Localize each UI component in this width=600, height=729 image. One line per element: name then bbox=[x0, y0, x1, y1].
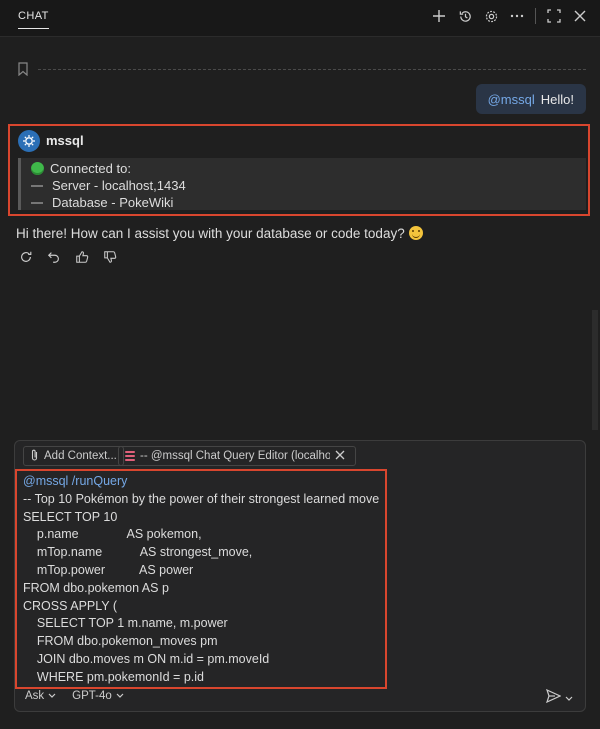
paperclip-icon bbox=[30, 449, 39, 464]
tab-chat[interactable]: CHAT bbox=[18, 10, 49, 29]
database-icon bbox=[125, 451, 135, 461]
code-line: FROM dbo.pokemon AS p bbox=[23, 580, 169, 595]
add-context-label: Add Context... bbox=[44, 450, 117, 462]
bookmark-icon[interactable] bbox=[18, 62, 28, 79]
message-actions bbox=[18, 249, 118, 265]
chat-input-panel: Add Context... -- @mssql Chat Query Edit… bbox=[14, 440, 586, 712]
context-file-chip[interactable]: -- @mssql Chat Query Editor (localhost,1 bbox=[118, 446, 356, 466]
plus-icon[interactable] bbox=[431, 8, 447, 24]
user-message: @mssql Hello! bbox=[475, 84, 586, 114]
code-line: JOIN dbo.moves m ON m.id = pm.moveId bbox=[23, 652, 270, 666]
gear-icon[interactable] bbox=[483, 8, 499, 24]
agent-name: mssql bbox=[46, 133, 84, 148]
context-chip-label: -- @mssql Chat Query Editor (localhost,1 bbox=[140, 450, 330, 462]
maximize-icon[interactable] bbox=[546, 8, 562, 24]
send-button[interactable] bbox=[545, 688, 573, 706]
connection-database: Database - PokeWiki bbox=[52, 195, 174, 210]
user-mention: @mssql bbox=[487, 91, 535, 107]
toolbar-divider bbox=[535, 8, 536, 24]
connected-status-icon bbox=[31, 162, 44, 175]
add-context-button[interactable]: Add Context... bbox=[23, 446, 124, 466]
code-line: FROM dbo.pokemon_moves pm bbox=[23, 634, 218, 649]
code-line: SELECT TOP 1 m.name, m.power bbox=[23, 616, 228, 631]
history-icon[interactable] bbox=[457, 8, 473, 24]
code-line: SELECT TOP 10 bbox=[23, 509, 118, 524]
thumbs-down-icon[interactable] bbox=[102, 249, 118, 265]
chat-header: CHAT bbox=[0, 0, 600, 37]
agent-response-highlight: mssql Connected to: Server - localhost,1… bbox=[8, 124, 590, 216]
code-line: mTop.power AS power bbox=[23, 563, 194, 577]
model-label: GPT-4o bbox=[72, 690, 112, 702]
send-icon bbox=[545, 688, 562, 706]
model-dropdown[interactable]: GPT-4o bbox=[72, 690, 124, 702]
assistant-message: Hi there! How can I assist you with your… bbox=[16, 226, 423, 241]
thumbs-up-icon[interactable] bbox=[74, 249, 90, 265]
code-line: -- Top 10 Pokémon by the power of their … bbox=[23, 491, 380, 506]
code-line: mTop.name AS strongest_move, bbox=[23, 545, 253, 560]
chevron-down-icon bbox=[565, 690, 573, 705]
chevron-down-icon bbox=[116, 690, 124, 702]
connection-title: Connected to: bbox=[50, 161, 131, 176]
checkpoint-separator bbox=[18, 62, 586, 78]
retry-icon[interactable] bbox=[18, 249, 34, 265]
code-line: p.name AS pokemon, bbox=[23, 527, 202, 542]
code-line: CROSS APPLY ( bbox=[23, 598, 118, 613]
scrollbar[interactable] bbox=[592, 310, 598, 430]
user-message-text: Hello! bbox=[540, 91, 574, 107]
chevron-down-icon bbox=[48, 690, 56, 702]
connection-server: Server - localhost,1434 bbox=[52, 178, 186, 193]
assistant-message-text: Hi there! How can I assist you with your… bbox=[16, 226, 405, 241]
more-icon[interactable] bbox=[509, 8, 525, 24]
undo-icon[interactable] bbox=[46, 249, 62, 265]
mode-label: Ask bbox=[25, 690, 45, 702]
dash-icon bbox=[31, 184, 43, 187]
dash-icon bbox=[31, 201, 43, 204]
remove-context-icon[interactable] bbox=[335, 450, 345, 463]
connection-info: Connected to: Server - localhost,1434 Da… bbox=[18, 158, 586, 210]
mssql-avatar-icon bbox=[18, 130, 40, 152]
code-line: WHERE pm.pokemonId = p.id bbox=[23, 669, 204, 684]
query-editor[interactable]: @mssql /runQuery -- Top 10 Pokémon by the… bbox=[15, 469, 387, 689]
smile-emoji-icon bbox=[408, 226, 423, 240]
query-command-line: @mssql /runQuery bbox=[23, 474, 128, 488]
mode-dropdown[interactable]: Ask bbox=[25, 690, 56, 702]
close-icon[interactable] bbox=[572, 8, 588, 24]
